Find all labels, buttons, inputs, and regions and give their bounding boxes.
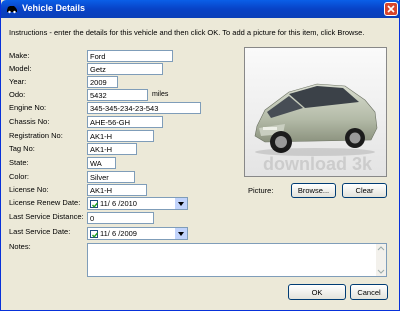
vehicle-picture: download 3k	[244, 47, 387, 177]
odo-input[interactable]: 5432	[87, 89, 148, 101]
scroll-up-icon[interactable]	[376, 244, 386, 254]
state-label: State:	[9, 158, 29, 167]
chassis-no-input[interactable]: AHE-56-GH	[87, 116, 163, 128]
last-service-date-value: 11/ 6 /2009	[100, 229, 137, 238]
registration-no-input[interactable]: AK1-H	[87, 130, 154, 142]
license-renew-date-label: License Renew Date:	[9, 198, 81, 207]
watermark-text: download 3k	[263, 154, 373, 174]
chevron-down-icon	[178, 202, 184, 206]
cancel-button[interactable]: Cancel	[350, 284, 388, 300]
browse-button[interactable]: Browse...	[291, 183, 336, 198]
checkmark-icon	[91, 202, 99, 208]
license-no-label: License No:	[9, 185, 49, 194]
color-label: Color:	[9, 172, 30, 181]
license-no-input[interactable]: AK1-H	[87, 184, 147, 196]
notes-scrollbar[interactable]	[376, 244, 386, 276]
year-input[interactable]: 2009	[87, 76, 118, 88]
chevron-down-icon	[178, 232, 184, 236]
license-renew-date-value: 11/ 6 /2010	[100, 199, 137, 208]
registration-no-label: Registration No:	[9, 131, 63, 140]
close-button[interactable]	[384, 2, 398, 16]
engine-no-label: Engine No:	[9, 103, 47, 112]
close-icon	[387, 5, 395, 13]
instructions-text: Instructions - enter the details for thi…	[9, 28, 365, 37]
license-renew-date-picker[interactable]: 11/ 6 /2010	[87, 197, 188, 210]
odo-label: Odo:	[9, 90, 26, 99]
last-service-date-picker[interactable]: 11/ 6 /2009	[87, 227, 188, 240]
car-icon	[6, 4, 18, 14]
tag-no-input[interactable]: AK1-H	[87, 143, 137, 155]
state-input[interactable]: WA	[87, 157, 116, 169]
last-service-date-label: Last Service Date:	[9, 227, 71, 236]
license-renew-date-dropdown[interactable]	[175, 198, 187, 209]
checkmark-icon	[91, 232, 99, 238]
notes-label: Notes:	[9, 242, 31, 251]
last-service-distance-label: Last Service Distance:	[9, 212, 84, 221]
last-service-date-dropdown[interactable]	[175, 228, 187, 239]
odo-units: miles	[152, 91, 169, 98]
license-renew-date-checkbox[interactable]	[90, 200, 99, 208]
make-input[interactable]: Ford	[87, 50, 173, 62]
last-service-date-checkbox[interactable]	[90, 230, 99, 238]
make-label: Make:	[9, 51, 30, 60]
model-label: Model:	[9, 64, 32, 73]
year-label: Year:	[9, 77, 27, 86]
tag-no-label: Tag No:	[9, 144, 35, 153]
model-input[interactable]: Getz	[87, 63, 163, 75]
title-bar: Vehicle Details	[1, 0, 400, 18]
window-title: Vehicle Details	[22, 3, 86, 13]
vehicle-details-dialog: Vehicle Details Instructions - enter the…	[0, 0, 400, 311]
engine-no-input[interactable]: 345-345-234-23-543	[87, 102, 201, 114]
scroll-down-icon[interactable]	[376, 266, 386, 276]
color-input[interactable]: Silver	[87, 171, 135, 183]
last-service-distance-input[interactable]: 0	[87, 212, 154, 224]
ok-button[interactable]: OK	[288, 284, 346, 300]
clear-button[interactable]: Clear	[342, 183, 387, 198]
notes-textarea[interactable]	[87, 243, 387, 277]
picture-label: Picture:	[248, 186, 274, 195]
chassis-no-label: Chassis No:	[9, 117, 50, 126]
